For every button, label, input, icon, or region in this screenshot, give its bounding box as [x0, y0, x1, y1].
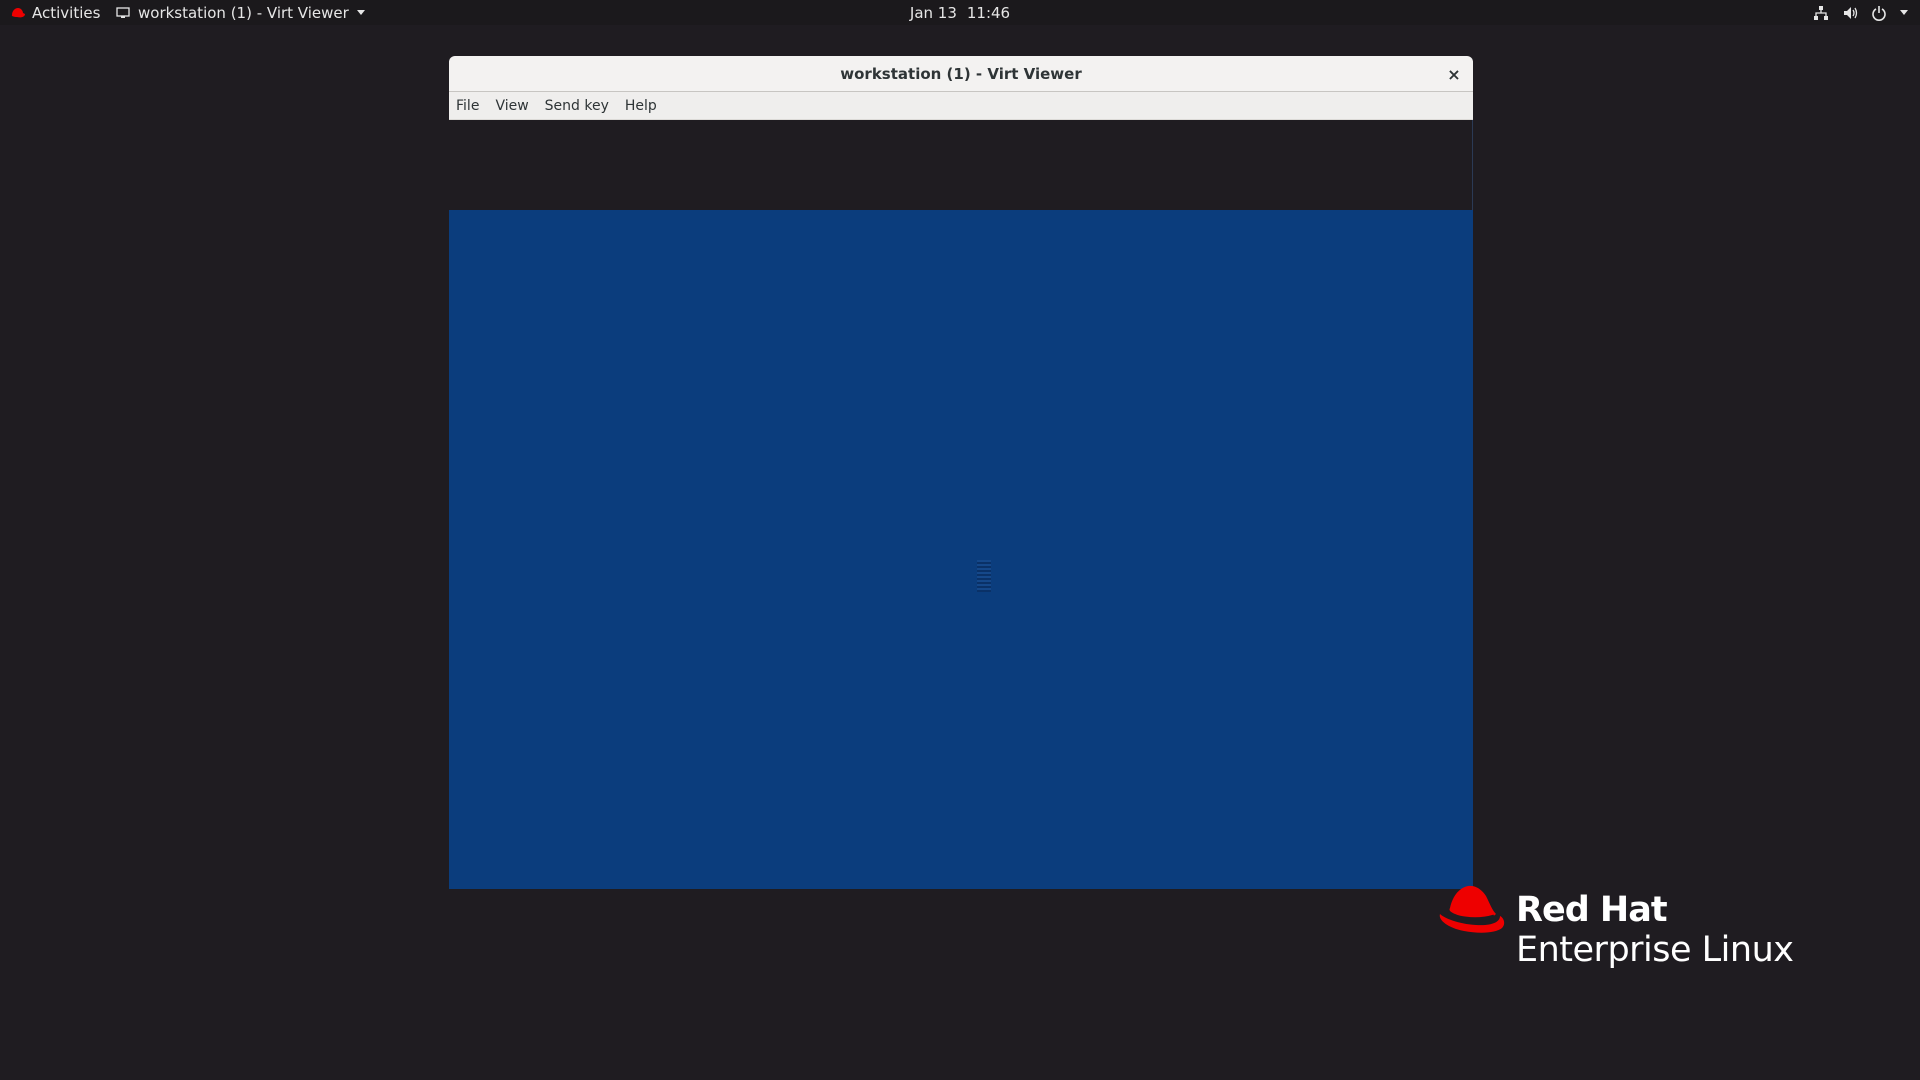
top-bar: Activities workstation (1) - Virt Viewer…: [0, 0, 1920, 25]
close-icon[interactable]: ×: [1443, 63, 1465, 85]
clock-date[interactable]: Jan 13: [910, 4, 957, 22]
chevron-down-icon: [356, 10, 365, 15]
activities-button[interactable]: Activities: [10, 0, 100, 25]
clock-time[interactable]: 11:46: [967, 4, 1010, 22]
desktop: Activities workstation (1) - Virt Viewer…: [0, 0, 1920, 1080]
chevron-down-icon: [1900, 10, 1908, 15]
menu-help[interactable]: Help: [617, 92, 665, 120]
monitor-icon: [116, 6, 130, 18]
brand-product: Enterprise Linux: [1516, 930, 1794, 970]
window-titlebar[interactable]: workstation (1) - Virt Viewer ×: [449, 56, 1473, 92]
power-icon[interactable]: [1870, 4, 1888, 22]
redhat-icon: [11, 7, 25, 17]
viewer-padding: [449, 120, 1473, 210]
app-menu-label: workstation (1) - Virt Viewer: [138, 3, 349, 22]
system-menu[interactable]: [1801, 0, 1908, 25]
brand-name: Red Hat: [1516, 890, 1668, 930]
network-icon[interactable]: [1812, 4, 1830, 22]
menu-view[interactable]: View: [487, 92, 536, 120]
volume-icon[interactable]: [1841, 4, 1859, 22]
redhat-logo: Red Hat Enterprise Linux: [1434, 882, 1834, 982]
menu-bar: File View Send key Help: [449, 92, 1473, 120]
menu-file[interactable]: File: [456, 92, 487, 120]
redhat-logo-icon: [1439, 885, 1505, 933]
window-title: workstation (1) - Virt Viewer: [840, 64, 1082, 83]
guest-display[interactable]: [449, 210, 1473, 889]
virt-viewer-window: workstation (1) - Virt Viewer × File Vie…: [449, 56, 1473, 889]
activities-label: Activities: [32, 3, 101, 22]
app-menu[interactable]: workstation (1) - Virt Viewer: [116, 0, 365, 25]
guest-cursor: [977, 560, 991, 592]
menu-send-key[interactable]: Send key: [537, 92, 617, 120]
